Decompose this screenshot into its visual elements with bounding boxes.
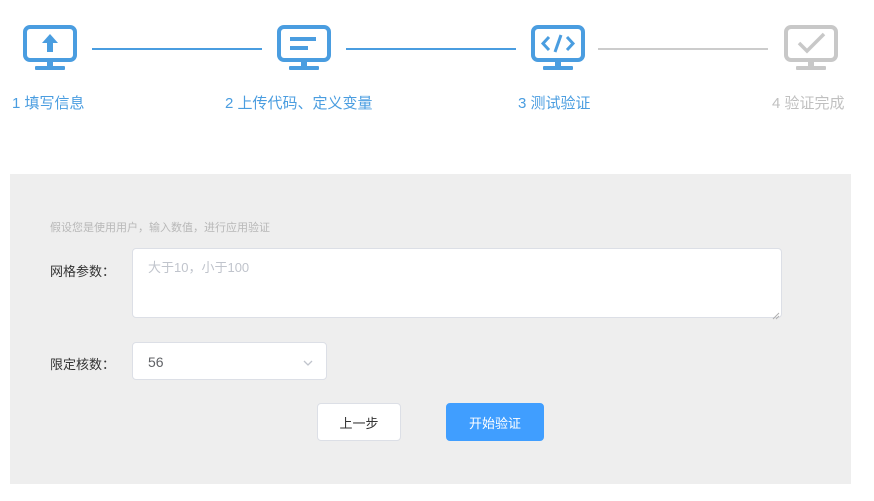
grid-params-label: 网格参数： <box>50 264 116 279</box>
start-verification-button[interactable]: 开始验证 <box>446 403 544 441</box>
prev-step-button[interactable]: 上一步 <box>317 403 401 441</box>
grid-params-input[interactable] <box>132 248 782 318</box>
code-monitor-icon <box>530 24 586 74</box>
check-monitor-icon <box>783 24 839 74</box>
step-connector-2 <box>346 48 516 50</box>
verification-form-panel: 假设您是使用用户，输入数值，进行应用验证 网格参数： 限定核数： 56 上一步 … <box>10 174 851 484</box>
core-count-label: 限定核数： <box>50 357 116 372</box>
chevron-down-icon <box>302 356 314 368</box>
step-label-4: 4 验证完成 <box>772 95 845 112</box>
step-connector-3 <box>598 48 768 50</box>
step-progress: 1 填写信息 2 上传代码、定义变量 3 测试验证 4 验证完成 <box>0 0 874 130</box>
core-count-select[interactable]: 56 <box>132 342 327 380</box>
core-count-value: 56 <box>148 354 164 370</box>
upload-monitor-icon <box>22 24 78 74</box>
step-connector-1 <box>92 48 262 50</box>
step-label-2: 2 上传代码、定义变量 <box>225 95 373 112</box>
step-label-1: 1 填写信息 <box>12 95 85 112</box>
step-label-3: 3 测试验证 <box>518 95 591 112</box>
document-monitor-icon <box>276 24 332 74</box>
form-hint: 假设您是使用用户，输入数值，进行应用验证 <box>50 222 270 234</box>
resize-grip-icon[interactable] <box>771 307 780 320</box>
